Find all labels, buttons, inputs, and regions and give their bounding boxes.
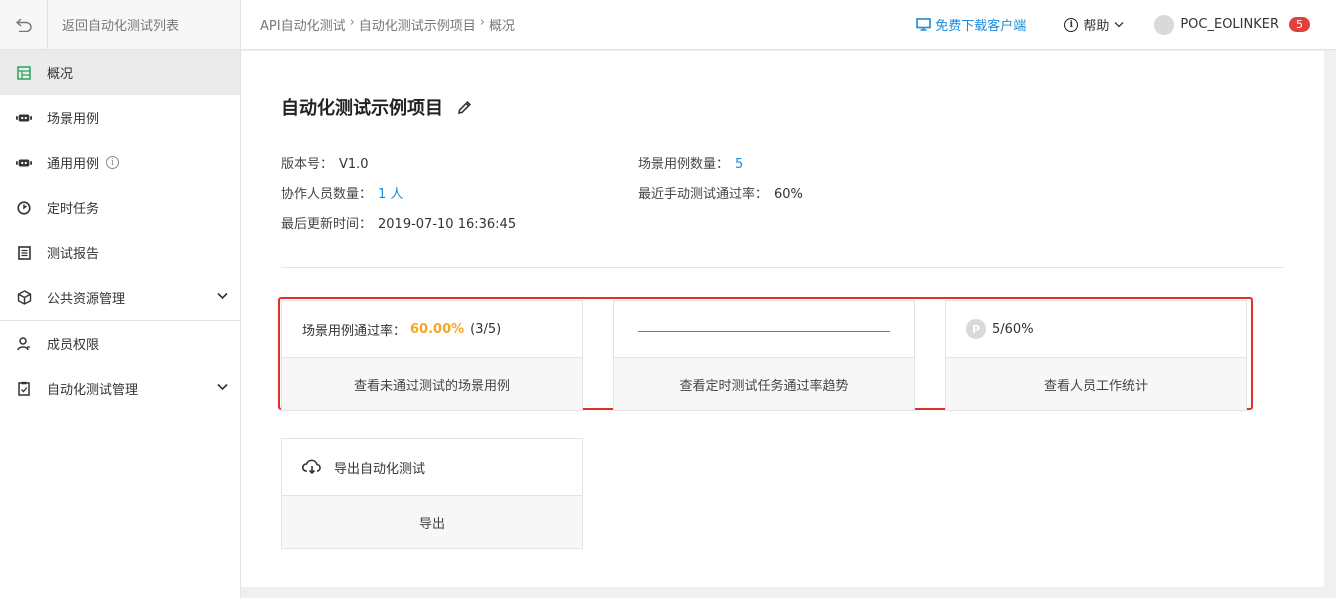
report-icon [16, 245, 32, 261]
chevron-down-icon[interactable] [217, 289, 228, 304]
scene-pass-rate-card: 场景用例通过率： 60.00% (3/5) 查看未通过测试的场景用例 [281, 300, 583, 411]
scene-count-value[interactable]: 5 [735, 157, 743, 172]
version-label: 版本号： [281, 157, 334, 172]
sidebar-item-label: 自动化测试管理 [47, 383, 139, 398]
view-failed-scene-cases-button[interactable]: 查看未通过测试的场景用例 [282, 358, 582, 410]
members-label: 协作人员数量： [281, 187, 373, 202]
project-title: 自动化测试示例项目 [281, 94, 472, 120]
card-header: 场景用例通过率： 60.00% (3/5) [282, 301, 582, 358]
user-icon [16, 336, 32, 352]
chevron-down-icon[interactable] [1114, 21, 1124, 28]
scene-count-row: 场景用例数量： 5 [638, 153, 743, 172]
clock-icon [16, 200, 32, 216]
sidebar-item-member-permissions[interactable]: 成员权限 [0, 321, 240, 366]
overview-icon [16, 65, 32, 81]
export-card: 导出自动化测试 导出 [281, 438, 583, 549]
people-value: 5/60% [992, 321, 1034, 337]
trend-chart-line [638, 331, 890, 332]
breadcrumb-separator-icon: › [479, 15, 485, 30]
breadcrumb-item[interactable]: 自动化测试示例项目 [359, 15, 476, 34]
notification-badge[interactable]: 5 [1289, 17, 1310, 32]
info-icon[interactable]: i [106, 156, 120, 169]
version-row: 版本号： V1.0 [281, 153, 369, 172]
edit-pencil-icon[interactable] [457, 100, 472, 115]
user-name[interactable]: POC_EOLINKER [1180, 17, 1279, 32]
scene-rate-value: 60.00% [410, 321, 465, 337]
help-label[interactable]: 帮助 [1083, 15, 1109, 34]
export-button[interactable]: 导出 [282, 496, 582, 548]
sidebar-item-automation-management[interactable]: 自动化测试管理 [0, 366, 240, 411]
sidebar-item-scheduled-tasks[interactable]: 定时任务 [0, 185, 240, 230]
breadcrumb-separator-icon: › [349, 15, 355, 30]
breadcrumb-item: 概况 [489, 19, 516, 34]
updated-row: 最后更新时间： 2019-07-10 16:36:45 [281, 213, 516, 232]
robot-icon [16, 155, 32, 171]
breadcrumb-item[interactable]: API自动化测试 [260, 15, 346, 34]
avatar[interactable] [1154, 14, 1175, 35]
back-arrow-icon[interactable] [0, 0, 48, 50]
view-trend-button[interactable]: 查看定时测试任务通过率趋势 [614, 358, 914, 410]
view-people-stats-button[interactable]: 查看人员工作统计 [946, 358, 1246, 410]
scene-count-label: 场景用例数量： [638, 157, 730, 172]
version-value: V1.0 [339, 157, 369, 172]
breadcrumb: API自动化测试 › 自动化测试示例项目 › 概况 [241, 15, 515, 34]
pass-rate-row: 最近手动测试通过率： 60% [638, 183, 803, 202]
scene-rate-label: 场景用例通过率： [302, 323, 407, 339]
help-menu[interactable]: i 帮助 [1064, 15, 1124, 34]
members-value[interactable]: 1 人 [378, 187, 403, 202]
card-header: 导出自动化测试 [282, 439, 582, 496]
sidebar: 返回自动化测试列表 概况 场景用例 通用用例 i 定时任务 测试报告 公共资源管… [0, 0, 241, 598]
sidebar-item-scene-cases[interactable]: 场景用例 [0, 95, 240, 140]
people-stats-card: P 5/60% 查看人员工作统计 [945, 300, 1247, 411]
download-client-link[interactable]: 免费下载客户端 [916, 15, 1026, 34]
trend-card: 查看定时测试任务通过率趋势 [613, 300, 915, 411]
sidebar-item-public-resources[interactable]: 公共资源管理 [0, 275, 240, 320]
scene-rate-count: (3/5) [470, 321, 502, 337]
sidebar-item-label: 通用用例 [47, 157, 100, 172]
members-row: 协作人员数量： 1 人 [281, 183, 403, 202]
card-header: P 5/60% [946, 301, 1246, 358]
sidebar-item-overview[interactable]: 概况 [0, 50, 240, 95]
sidebar-item-label: 概况 [47, 67, 74, 82]
back-to-list[interactable]: 返回自动化测试列表 [0, 0, 240, 50]
robot-icon [16, 110, 32, 126]
top-header: API自动化测试 › 自动化测试示例项目 › 概况 免费下载客户端 i 帮助 P… [241, 0, 1336, 50]
cube-icon [16, 290, 32, 306]
cloud-download-icon [302, 459, 321, 475]
updated-value: 2019-07-10 16:36:45 [378, 217, 517, 232]
project-title-text: 自动化测试示例项目 [281, 98, 443, 119]
pass-rate-value: 60% [774, 187, 803, 202]
sidebar-item-common-cases[interactable]: 通用用例 i [0, 140, 240, 185]
info-circle-icon: i [1064, 17, 1079, 32]
sidebar-item-label: 场景用例 [47, 112, 100, 127]
chevron-down-icon[interactable] [217, 380, 228, 395]
scrollbar[interactable] [1324, 51, 1336, 598]
sidebar-item-label: 定时任务 [47, 202, 100, 217]
sidebar-item-label: 公共资源管理 [47, 292, 126, 307]
divider [281, 267, 1284, 268]
export-label: 导出自动化测试 [334, 461, 426, 477]
card-header [614, 301, 914, 358]
pass-rate-label: 最近手动测试通过率： [638, 187, 769, 202]
sidebar-item-label: 成员权限 [47, 338, 100, 353]
updated-label: 最后更新时间： [281, 217, 373, 232]
sidebar-item-label: 测试报告 [47, 247, 100, 262]
user-menu[interactable]: POC_EOLINKER 5 [1154, 14, 1310, 35]
download-label[interactable]: 免费下载客户端 [935, 15, 1026, 34]
bottom-band [241, 587, 1324, 598]
back-label[interactable]: 返回自动化测试列表 [48, 15, 179, 34]
person-badge-icon: P [966, 319, 986, 339]
clipboard-icon [16, 381, 32, 397]
monitor-icon [916, 18, 932, 31]
sidebar-item-test-reports[interactable]: 测试报告 [0, 230, 240, 275]
main-content: 自动化测试示例项目 版本号： V1.0 场景用例数量： 5 协作人员数量： 1 人 最… [241, 51, 1324, 587]
